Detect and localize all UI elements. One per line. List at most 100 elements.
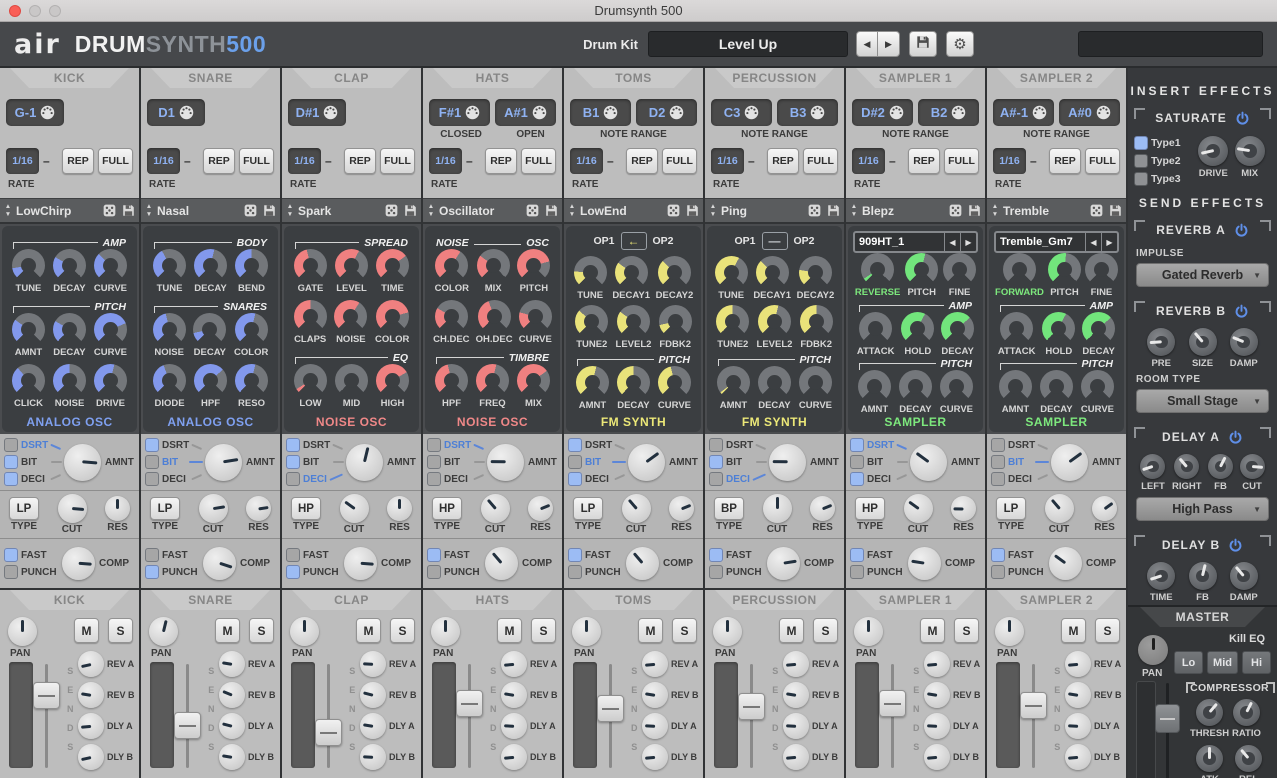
full-button[interactable]: FULL [521, 148, 556, 174]
noise-knob[interactable] [153, 313, 186, 346]
comp-knob[interactable] [62, 547, 95, 580]
fast-checkbox[interactable] [568, 548, 582, 562]
pan-knob[interactable] [431, 617, 460, 646]
tune-knob[interactable] [574, 256, 607, 289]
rep-button[interactable]: REP [62, 148, 94, 174]
decay1-knob[interactable] [756, 256, 789, 289]
filter-type-button[interactable]: LP [573, 497, 603, 520]
size-knob[interactable] [1189, 328, 1217, 356]
bit-checkbox[interactable] [709, 455, 723, 469]
drive-knob[interactable] [1198, 136, 1228, 166]
volume-fader[interactable] [315, 719, 342, 746]
preset-spinner[interactable]: ▲▼ [708, 204, 718, 218]
rev-b-send-knob[interactable] [924, 682, 950, 708]
preset-name[interactable]: Spark [298, 204, 380, 218]
ratio-knob[interactable] [1233, 699, 1260, 726]
fb-knob[interactable] [1189, 562, 1217, 590]
cut-knob[interactable] [904, 494, 933, 523]
master-pan-knob[interactable] [1138, 635, 1168, 665]
volume-fader[interactable] [456, 690, 483, 717]
fast-checkbox[interactable] [4, 548, 18, 562]
preset-spinner[interactable]: ▲▼ [285, 204, 295, 218]
mute-button[interactable]: M [638, 618, 663, 643]
dly-b-send-knob[interactable] [924, 744, 950, 770]
amnt-knob[interactable] [205, 444, 242, 481]
mute-button[interactable]: M [920, 618, 945, 643]
fine-knob[interactable] [1085, 253, 1118, 286]
sample-selector[interactable]: 909HT_1◀▶ [853, 231, 978, 253]
note-button[interactable]: A#0 [1059, 99, 1120, 126]
settings-button[interactable]: ⚙ [946, 31, 974, 57]
cut-knob[interactable] [1240, 454, 1265, 479]
dly-b-send-knob[interactable] [78, 744, 104, 770]
pan-knob[interactable] [8, 617, 37, 646]
preset-name[interactable]: LowChirp [16, 204, 98, 218]
delay-a-power-icon[interactable] [1228, 430, 1243, 445]
comp-knob[interactable] [344, 547, 377, 580]
bit-checkbox[interactable] [145, 455, 159, 469]
note-button[interactable]: A#1 [495, 99, 556, 126]
deci-checkbox[interactable] [568, 472, 582, 486]
save-preset-icon[interactable] [825, 204, 841, 217]
ch-dec-knob[interactable] [435, 300, 468, 333]
rep-button[interactable]: REP [1049, 148, 1081, 174]
preset-spinner[interactable]: ▲▼ [990, 204, 1000, 218]
close-window-button[interactable] [9, 5, 21, 17]
solo-button[interactable]: S [954, 618, 979, 643]
rate-value[interactable]: 1/16 [852, 148, 885, 174]
note-button[interactable]: D1 [147, 99, 205, 126]
comp-knob[interactable] [1049, 547, 1082, 580]
dsrt-checkbox[interactable] [850, 438, 864, 452]
rev-a-send-knob[interactable] [924, 651, 950, 677]
punch-checkbox[interactable] [427, 565, 441, 579]
rev-a-send-knob[interactable] [219, 651, 245, 677]
res-knob[interactable] [105, 496, 130, 521]
kill-eq-hi-button[interactable]: Hi [1242, 651, 1271, 674]
mid-knob[interactable] [335, 364, 368, 397]
claps-knob[interactable] [294, 300, 327, 333]
deci-checkbox[interactable] [427, 472, 441, 486]
dly-a-send-knob[interactable] [1065, 713, 1091, 739]
curve-knob[interactable] [519, 300, 552, 333]
amnt-knob[interactable] [910, 444, 947, 481]
cut-knob[interactable] [763, 494, 792, 523]
full-button[interactable]: FULL [380, 148, 415, 174]
solo-button[interactable]: S [108, 618, 133, 643]
dly-a-send-knob[interactable] [360, 713, 386, 739]
cut-knob[interactable] [340, 494, 369, 523]
bit-checkbox[interactable] [4, 455, 18, 469]
decay2-knob[interactable] [658, 256, 691, 289]
high-knob[interactable] [376, 364, 409, 397]
reso-knob[interactable] [235, 364, 268, 397]
decay-knob[interactable] [194, 249, 227, 282]
amnt-knob[interactable] [769, 444, 806, 481]
decay-knob[interactable] [899, 370, 932, 403]
rate-value[interactable]: 1/16 [570, 148, 603, 174]
tune2-knob[interactable] [716, 305, 749, 338]
freq-knob[interactable] [476, 364, 509, 397]
bit-checkbox[interactable] [568, 455, 582, 469]
dly-a-send-knob[interactable] [924, 713, 950, 739]
decay-knob[interactable] [617, 366, 650, 399]
previous-kit-button[interactable]: ◀ [856, 31, 878, 57]
full-button[interactable]: FULL [803, 148, 838, 174]
left-knob[interactable] [1140, 454, 1165, 479]
pan-knob[interactable] [149, 617, 178, 646]
bit-checkbox[interactable] [286, 455, 300, 469]
pan-knob[interactable] [854, 617, 883, 646]
level2-knob[interactable] [617, 305, 650, 338]
sample-next-button[interactable]: ▶ [960, 233, 976, 251]
full-button[interactable]: FULL [1085, 148, 1120, 174]
randomize-dice-icon[interactable] [383, 204, 399, 217]
rate-value[interactable]: 1/16 [6, 148, 39, 174]
mute-button[interactable]: M [779, 618, 804, 643]
solo-button[interactable]: S [813, 618, 838, 643]
minimize-window-button[interactable] [29, 5, 41, 17]
attack-knob[interactable] [1000, 312, 1033, 345]
rev-a-send-knob[interactable] [501, 651, 527, 677]
preset-spinner[interactable]: ▲▼ [3, 204, 13, 218]
decay1-knob[interactable] [615, 256, 648, 289]
fdbk2-knob[interactable] [800, 305, 833, 338]
save-preset-icon[interactable] [402, 204, 418, 217]
punch-checkbox[interactable] [850, 565, 864, 579]
